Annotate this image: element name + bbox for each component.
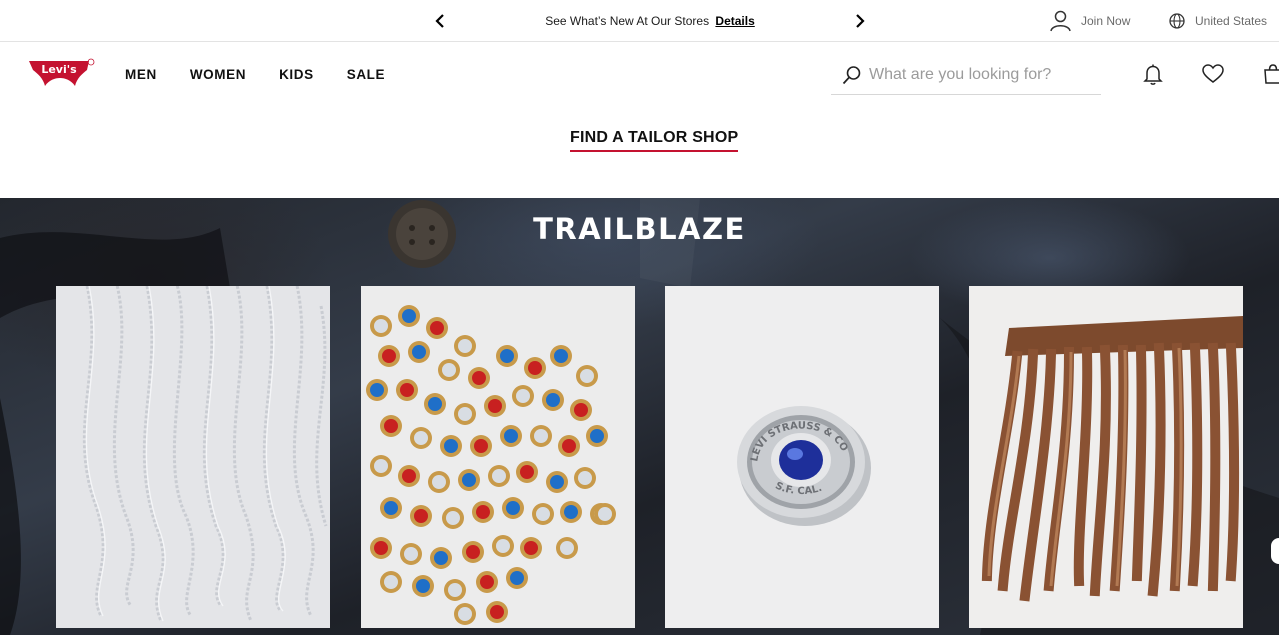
promo-message: See What’s New At Our Stores Details: [545, 14, 755, 28]
search-bar: [831, 56, 1101, 95]
chevron-right-icon: [856, 14, 865, 28]
promo-details-link[interactable]: Details: [715, 14, 754, 28]
globe-icon: [1169, 13, 1185, 29]
announcement-bar: See What’s New At Our Stores Details Joi…: [0, 0, 1279, 42]
join-now-label: Join Now: [1081, 14, 1131, 28]
tailor-section: FIND A TAILOR SHOP: [0, 106, 1279, 198]
user-icon: [1050, 10, 1071, 32]
join-now-link[interactable]: Join Now: [1050, 0, 1130, 42]
heart-icon: [1202, 64, 1224, 83]
hero-title: TRAILBLAZE: [533, 212, 746, 246]
main-nav: MEN WOMEN KIDS SALE: [125, 42, 418, 106]
svg-text:Levi's: Levi's: [41, 63, 77, 76]
find-tailor-link[interactable]: FIND A TAILOR SHOP: [570, 129, 739, 152]
product-card-leather-fringe[interactable]: [969, 286, 1243, 628]
nav-kids[interactable]: KIDS: [279, 67, 314, 82]
nav-sale[interactable]: SALE: [347, 67, 385, 82]
nav-women[interactable]: WOMEN: [190, 67, 246, 82]
rhinestone-studs-image: [361, 286, 635, 628]
chevron-left-icon: [435, 14, 444, 28]
wishlist-button[interactable]: [1201, 62, 1225, 86]
notifications-button[interactable]: [1141, 62, 1165, 86]
product-card-chain-fringe[interactable]: [56, 286, 330, 628]
carousel-next-edge[interactable]: [1271, 538, 1279, 564]
cart-button[interactable]: [1261, 62, 1279, 86]
search-icon[interactable]: [842, 65, 862, 85]
region-label: United States: [1195, 14, 1268, 28]
chain-fringe-image: [56, 286, 330, 628]
promo-next-button[interactable]: [850, 11, 870, 31]
main-header: Levi's MEN WOMEN KIDS SALE: [0, 42, 1279, 106]
product-card-levi-button[interactable]: LEVI STRAUSS & CO S.F. CAL.: [665, 286, 939, 628]
promo-prev-button[interactable]: [430, 11, 450, 31]
promo-carousel: See What’s New At Our Stores Details: [430, 0, 870, 42]
search-input[interactable]: [869, 66, 1089, 84]
promo-text: See What’s New At Our Stores: [545, 14, 710, 28]
levi-button-image: LEVI STRAUSS & CO S.F. CAL.: [665, 286, 939, 628]
nav-men[interactable]: MEN: [125, 67, 157, 82]
trailblaze-hero: TRAILBLAZE LEVI STRAUSS & CO S.F. CAL.: [0, 198, 1279, 635]
shopping-bag-icon: [1264, 64, 1279, 84]
bell-icon: [1143, 64, 1163, 85]
region-selector[interactable]: United States: [1169, 0, 1267, 42]
levis-logo[interactable]: Levi's: [27, 58, 95, 88]
product-card-rhinestone-studs[interactable]: [361, 286, 635, 628]
leather-fringe-image: [969, 286, 1243, 628]
